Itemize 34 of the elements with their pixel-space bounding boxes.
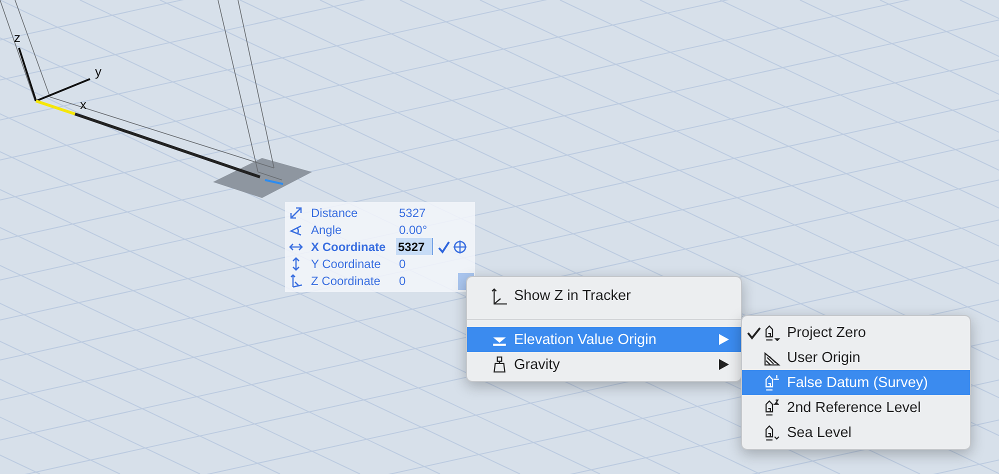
tracker-value: 5327 [399,206,426,220]
menu-item-icon [764,424,781,441]
menu-item[interactable]: 2nd Reference Level [742,395,970,420]
menu-item[interactable]: Sea Level [742,420,970,445]
tracker-row-icon [289,222,303,236]
menu-item-icon [491,356,508,373]
tracker-value: 0.00° [399,222,428,236]
menu-item[interactable]: Show Z in Tracker [467,281,741,311]
axis-label: z [14,30,20,45]
axis-label: x [80,97,86,112]
tracker-row-icon [289,206,303,220]
menu-item-icon [764,399,781,416]
submenu-item[interactable]: Gravity [467,352,741,377]
tracker-row-icon [289,274,303,288]
menu-item-icon [491,288,508,304]
menu-item-icon [764,349,781,366]
tracker-label: Distance [311,206,359,220]
tracker-label: Angle [311,222,343,236]
tracker-label: X Coordinate [311,240,387,254]
crosshair-target-icon[interactable] [453,240,467,254]
coordinate-input[interactable]: 5327 [396,238,433,255]
checkmark-icon [747,326,761,340]
tracker-value: 0 [399,274,406,288]
menu-item-icon [764,374,781,391]
tracker-label: Y Coordinate [311,256,382,270]
menu-item-icon [764,324,781,341]
tracker-label: Z Coordinate [311,274,382,288]
axis-label: y [95,64,102,79]
submenu-arrow-icon [719,334,729,345]
menu-item[interactable]: User Origin [742,345,970,370]
tracker-value: 0 [399,256,406,270]
accept-check-icon[interactable] [437,240,451,254]
submenu-arrow-icon [719,359,729,370]
menu-item[interactable]: Project Zero [742,320,970,345]
